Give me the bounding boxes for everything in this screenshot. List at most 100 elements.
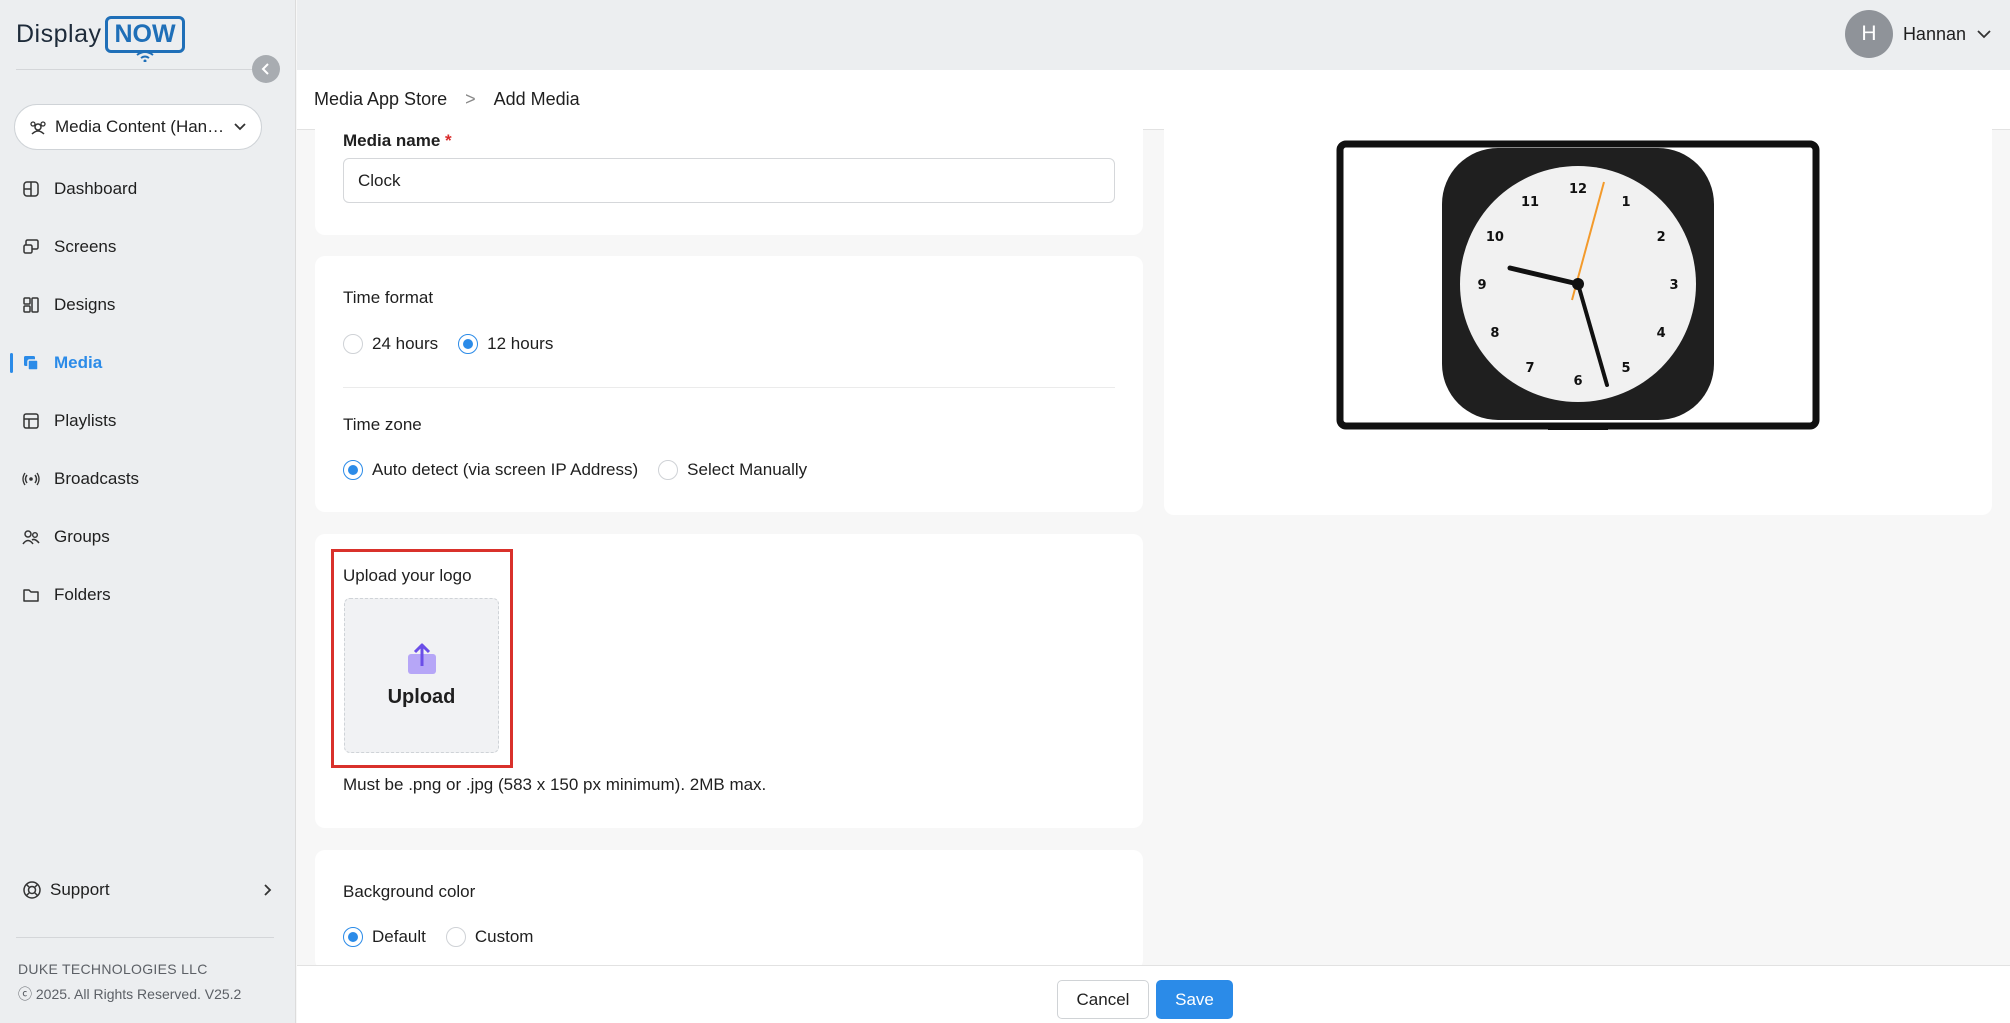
time-settings-card: Time format 24 hours 12 hours Time zone … xyxy=(315,256,1143,512)
sidebar-nav: Dashboard Screens Designs Media Playlist… xyxy=(0,160,296,624)
radio-label: Custom xyxy=(474,927,534,946)
radio-custom[interactable]: Custom xyxy=(445,927,534,947)
sidebar-item-label: Designs xyxy=(54,295,116,314)
sidebar-item-designs[interactable]: Designs xyxy=(0,276,296,334)
media-name-input[interactable] xyxy=(343,158,1115,203)
sidebar-item-label: Broadcasts xyxy=(54,469,140,488)
top-header: H Hannan xyxy=(297,0,2010,70)
sidebar-item-screens[interactable]: Screens xyxy=(0,218,296,276)
time-zone-label: Time zone xyxy=(343,415,422,434)
clock-number: 4 xyxy=(1657,326,1666,341)
clock-number: 3 xyxy=(1669,278,1678,293)
upload-icon xyxy=(407,643,436,674)
user-name: Hannan xyxy=(1902,23,1966,44)
radio-label: Auto detect (via screen IP Address) xyxy=(372,460,639,479)
radio-label: 12 hours xyxy=(487,334,554,353)
sidebar-item-label: Folders xyxy=(54,585,111,604)
designs-icon xyxy=(23,297,39,313)
brand-logo[interactable]: Display NOW xyxy=(16,14,185,62)
chevron-down-icon xyxy=(234,123,246,131)
radio-button xyxy=(343,334,363,354)
required-mark: * xyxy=(445,131,452,150)
clock-number: 10 xyxy=(1486,230,1504,245)
sidebar-item-groups[interactable]: Groups xyxy=(0,508,296,566)
action-bar: Cancel Save xyxy=(297,965,2010,1023)
upload-label: Upload xyxy=(387,686,456,708)
background-color-card: Background color Default Custom xyxy=(315,850,1143,970)
clock-number: 7 xyxy=(1525,361,1534,376)
radio-label: Default xyxy=(372,927,426,946)
company-name: DUKE TECHNOLOGIES LLC xyxy=(18,961,208,977)
upload-logo-button[interactable]: Upload xyxy=(344,598,499,753)
workspace-selector[interactable]: Media Content (Han… xyxy=(14,104,262,150)
brand-now-text: NOW xyxy=(105,15,185,62)
folder-icon xyxy=(23,589,39,602)
sidebar-item-broadcasts[interactable]: Broadcasts xyxy=(0,450,296,508)
media-name-label: Media name * xyxy=(343,131,452,151)
radio-label: 24 hours xyxy=(372,334,439,353)
monitor-stand xyxy=(1548,426,1608,430)
time-zone-radio-group: Auto detect (via screen IP Address) Sele… xyxy=(343,460,827,480)
dashboard-icon xyxy=(23,181,39,197)
radio-24-hours[interactable]: 24 hours xyxy=(343,334,438,354)
workspace-icon xyxy=(30,121,46,135)
clock-preview: 121234567891011 xyxy=(1336,140,1820,430)
brand-display-text: Display xyxy=(16,19,102,48)
chevron-left-icon xyxy=(261,63,269,75)
save-button[interactable]: Save xyxy=(1156,980,1233,1019)
media-name-card: Media name * xyxy=(315,115,1143,235)
sidebar-item-folders[interactable]: Folders xyxy=(0,566,296,624)
playlists-icon xyxy=(23,413,39,429)
sidebar-item-label: Media xyxy=(54,353,103,372)
time-format-radio-group: 24 hours 12 hours xyxy=(343,334,573,354)
background-color-label: Background color xyxy=(343,882,476,901)
wifi-icon xyxy=(136,50,154,62)
radio-button-checked xyxy=(343,927,363,947)
media-name-label-text: Media name xyxy=(343,131,441,150)
time-format-label: Time format xyxy=(343,288,434,307)
radio-default[interactable]: Default xyxy=(343,927,426,947)
upload-hint: Must be .png or .jpg (583 x 150 px minim… xyxy=(343,775,767,794)
support-label: Support xyxy=(50,880,110,899)
radio-12-hours[interactable]: 12 hours xyxy=(458,334,553,354)
cancel-button[interactable]: Cancel xyxy=(1057,980,1149,1019)
copyright-text: ⓒ 2025. All Rights Reserved. V25.2 xyxy=(18,986,242,1002)
avatar: H xyxy=(1844,10,1893,58)
radio-button xyxy=(658,460,679,480)
screens-icon xyxy=(23,239,39,254)
breadcrumb-parent-link[interactable]: Media App Store xyxy=(314,89,447,110)
sidebar-item-label: Groups xyxy=(54,527,110,546)
clock-number: 5 xyxy=(1621,361,1630,376)
clock-number: 2 xyxy=(1657,230,1666,245)
sidebar-item-dashboard[interactable]: Dashboard xyxy=(0,160,296,218)
collapse-sidebar-button[interactable] xyxy=(252,55,280,83)
groups-icon xyxy=(22,530,40,545)
sidebar-item-label: Screens xyxy=(54,237,117,256)
sidebar-item-label: Playlists xyxy=(54,411,117,430)
user-menu[interactable]: H Hannan xyxy=(1844,10,1992,58)
sidebar-item-playlists[interactable]: Playlists xyxy=(0,392,296,450)
support-divider xyxy=(16,937,274,938)
support-menu[interactable]: Support xyxy=(14,875,272,905)
chevron-right-icon xyxy=(264,884,272,896)
logo-divider xyxy=(16,69,274,70)
sidebar-item-media[interactable]: Media xyxy=(0,334,296,392)
workspace-label: Media Content (Han… xyxy=(55,117,225,136)
media-icon xyxy=(24,356,39,371)
clock-number: 11 xyxy=(1521,195,1539,210)
chevron-down-icon xyxy=(1977,30,1991,39)
clock-number: 9 xyxy=(1477,278,1486,293)
sidebar: Display NOW Media Content (Han… Dashboar… xyxy=(0,0,296,1023)
breadcrumb-current: Add Media xyxy=(493,89,580,109)
clock-number: 6 xyxy=(1573,374,1582,389)
broadcast-icon xyxy=(22,472,40,486)
breadcrumb-separator: > xyxy=(465,89,476,109)
sidebar-item-label: Dashboard xyxy=(54,179,138,198)
radio-auto-detect[interactable]: Auto detect (via screen IP Address) xyxy=(343,460,638,480)
background-color-radio-group: Default Custom xyxy=(343,927,553,947)
radio-button xyxy=(445,927,466,947)
radio-select-manually[interactable]: Select Manually xyxy=(658,460,807,480)
radio-button-checked xyxy=(458,334,479,354)
lifebuoy-icon xyxy=(23,881,41,899)
clock-center xyxy=(1572,278,1584,290)
